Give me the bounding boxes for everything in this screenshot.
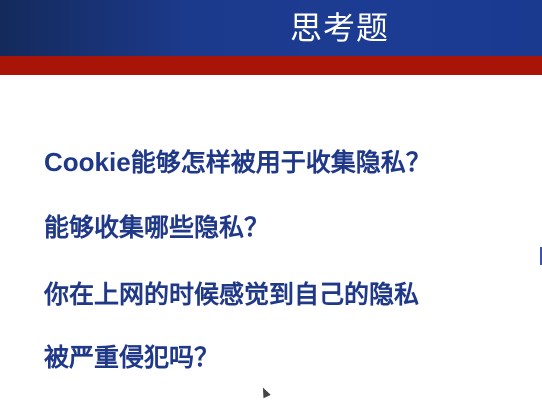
slide-title: 思考题 [290,9,390,47]
question-2: 能够收集哪些隐私？ [44,213,270,242]
question-3-line-2: 被严重侵犯吗？ [44,343,220,372]
slide-header-band: 思考题 [0,0,542,56]
question-1-prefix: Cookie [44,147,131,177]
question-1-text: 能够怎样被用于收集隐私？ [130,148,431,177]
question-3-line-1: 你在上网的时候感觉到自己的隐私 [44,280,420,309]
header-red-stripe [0,56,542,75]
mouse-cursor-icon [259,385,271,399]
question-1: Cookie能够怎样被用于收集隐私？ [44,146,431,179]
